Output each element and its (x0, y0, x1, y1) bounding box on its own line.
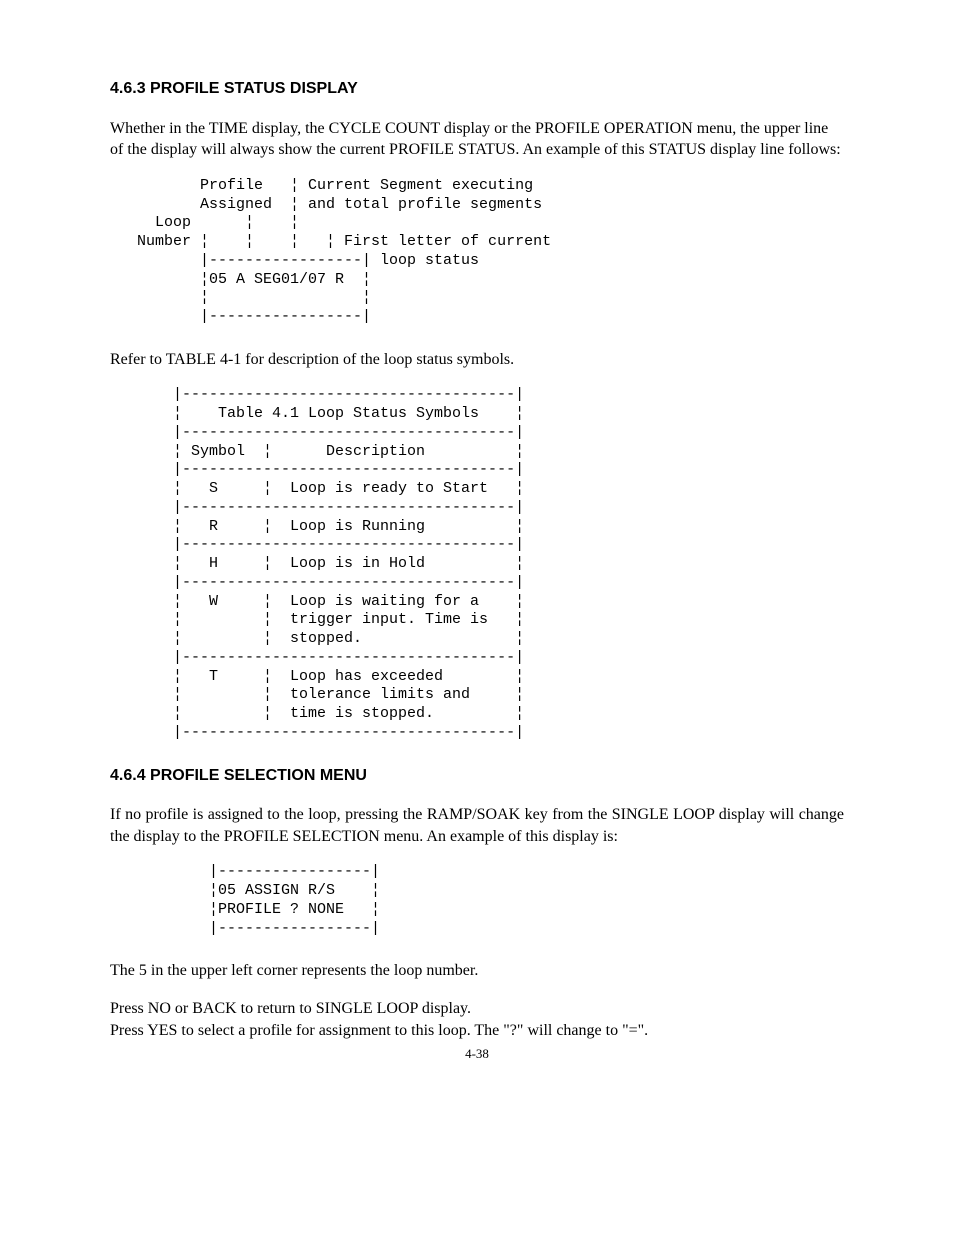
section-4-6-4-intro-paragraph: If no profile is assigned to the loop, p… (110, 804, 844, 847)
status-display-diagram: Profile ¦ Current Segment executing Assi… (110, 177, 844, 327)
press-yes-instruction: Press YES to select a profile for assign… (110, 1020, 844, 1042)
section-4-6-3-heading: 4.6.3 PROFILE STATUS DISPLAY (110, 78, 844, 100)
section-4-6-4-heading: 4.6.4 PROFILE SELECTION MENU (110, 765, 844, 787)
table-reference-paragraph: Refer to TABLE 4-1 for description of th… (110, 349, 844, 371)
section-4-6-3-intro-paragraph: Whether in the TIME display, the CYCLE C… (110, 118, 844, 161)
press-no-instruction: Press NO or BACK to return to SINGLE LOO… (110, 998, 844, 1020)
loop-status-symbols-table: |-------------------------------------| … (110, 386, 844, 742)
loop-number-explanation: The 5 in the upper left corner represent… (110, 960, 844, 982)
profile-selection-diagram: |-----------------| ¦05 ASSIGN R/S ¦ ¦PR… (110, 863, 844, 938)
page-number: 4-38 (110, 1045, 844, 1063)
